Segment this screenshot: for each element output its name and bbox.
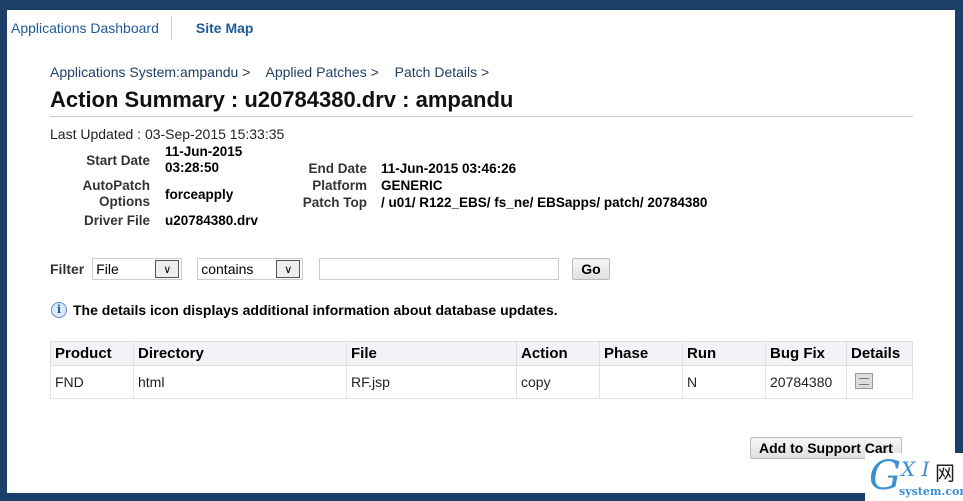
global-nav: Applications Dashboard Site Map	[11, 16, 253, 40]
details-icon[interactable]	[855, 372, 873, 389]
breadcrumb-applications-system[interactable]: Applications System:ampandu >	[50, 64, 250, 80]
column-header[interactable]: Bug Fix	[765, 341, 847, 366]
column-header: Details	[846, 341, 913, 366]
breadcrumb-applied-patches[interactable]: Applied Patches >	[266, 64, 379, 80]
filter-field-select[interactable]: File ∨	[92, 258, 183, 280]
divider	[50, 116, 913, 117]
end-date-value: 11-Jun-2015 03:46:26	[381, 161, 517, 176]
filter-label: Filter	[50, 261, 85, 277]
go-button[interactable]: Go	[572, 258, 610, 280]
end-date-label: End Date	[308, 161, 367, 176]
cell-product: FND	[50, 365, 134, 399]
start-date-label: Start Date	[86, 153, 150, 168]
column-header[interactable]: Directory	[133, 341, 347, 366]
column-header[interactable]: Action	[516, 341, 600, 366]
cell-details	[846, 365, 913, 399]
column-header[interactable]: Phase	[599, 341, 683, 366]
cell-file: RF.jsp	[346, 365, 517, 399]
filter-operator-select[interactable]: contains ∨	[197, 258, 304, 280]
site-map-link[interactable]: Site Map	[196, 20, 254, 36]
column-header[interactable]: Product	[50, 341, 134, 366]
column-header[interactable]: Run	[682, 341, 766, 366]
chevron-down-icon[interactable]: ∨	[155, 260, 180, 278]
platform-value: GENERIC	[381, 178, 443, 193]
platform-label: Platform	[312, 178, 367, 193]
patch-top-value: / u01/ R122_EBS/ fs_ne/ EBSapps/ patch/ …	[381, 195, 708, 210]
main-panel: Applications Dashboard Site Map Applicat…	[7, 10, 955, 493]
cell-run: N	[682, 365, 766, 399]
filter-field-value: File	[96, 261, 119, 277]
info-message: i The details icon displays additional i…	[51, 302, 558, 318]
driver-file-label: Driver File	[83, 213, 150, 228]
cell-phase	[599, 365, 683, 399]
divider	[170, 16, 172, 40]
driver-file-value: u20784380.drv	[165, 213, 259, 228]
filter-operator-value: contains	[201, 261, 254, 277]
filter-bar: Filter File ∨ contains ∨ Go	[50, 258, 610, 280]
watermark-logo: G X I 网 system.com	[865, 453, 963, 501]
info-text: The details icon displays additional inf…	[73, 302, 558, 318]
info-icon: i	[51, 302, 67, 318]
last-updated: Last Updated : 03-Sep-2015 15:33:35	[50, 126, 285, 142]
breadcrumb-patch-details[interactable]: Patch Details >	[395, 64, 490, 80]
filter-value-input[interactable]	[319, 258, 560, 280]
page-title: Action Summary : u20784380.drv : ampandu	[50, 87, 514, 112]
column-header[interactable]: File	[346, 341, 517, 366]
autopatch-options-value: forceapply	[165, 187, 234, 202]
actions-table: Product Directory File Action Phase Run …	[50, 341, 913, 399]
start-date-value: 11-Jun-2015 03:28:50	[165, 144, 243, 175]
patch-top-label: Patch Top	[302, 195, 367, 210]
table-header-row: Product Directory File Action Phase Run …	[50, 341, 913, 366]
breadcrumb: Applications System:ampandu > Applied Pa…	[50, 64, 501, 80]
cell-directory: html	[133, 365, 347, 399]
chevron-down-icon[interactable]: ∨	[276, 260, 301, 278]
table-row: FND html RF.jsp copy N 20784380	[50, 365, 913, 399]
autopatch-options-label: AutoPatch Options	[82, 178, 151, 209]
cell-bug-fix: 20784380	[765, 365, 847, 399]
applications-dashboard-link[interactable]: Applications Dashboard	[11, 20, 159, 36]
cell-action: copy	[516, 365, 600, 399]
